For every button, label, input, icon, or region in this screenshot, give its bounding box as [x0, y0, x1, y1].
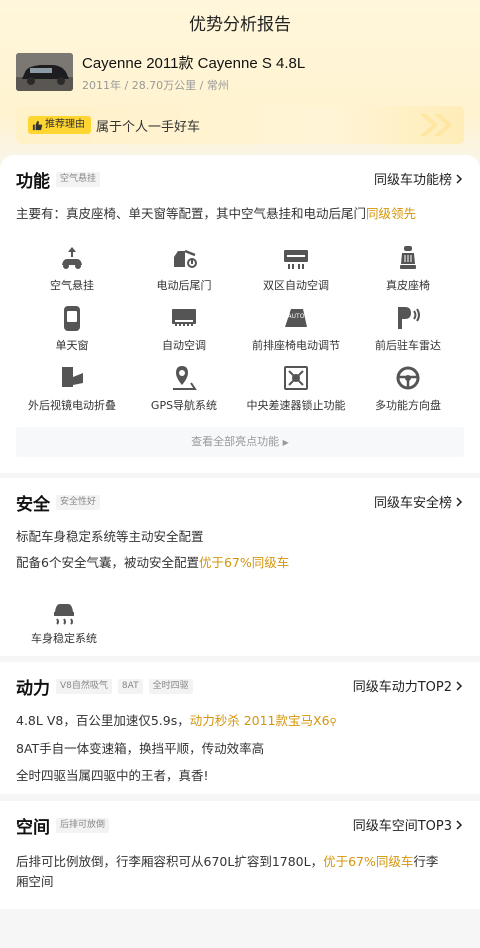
safety-rank-label: 同级车安全榜 [373, 496, 452, 511]
feature-label: 单天窗 [55, 339, 89, 352]
feature-diff-lock[interactable]: 中央差速器锁止功能 [240, 363, 352, 413]
safety-title: 安全 [16, 495, 50, 515]
recommend-reason-text: 属于个人一手好车 [96, 120, 201, 135]
parking-radar-icon [398, 307, 420, 329]
recommend-reason-bar: 推荐理由 属于个人一手好车 [16, 106, 464, 144]
function-rank-link[interactable]: 同级车功能榜 [374, 169, 464, 188]
safety-rank-link[interactable]: 同级车安全榜 [374, 492, 464, 511]
function-summary-text: 主要有：真皮座椅、单天窗等配置，其中空气悬挂和电动后尾门 [16, 206, 367, 221]
diff-lock-icon [284, 366, 308, 390]
feature-mirror-fold[interactable]: 外后视镜电动折叠 [16, 363, 128, 413]
feature-steering-wheel[interactable]: 多功能方向盘 [352, 363, 464, 413]
space-line-1-suffix: 行李 [413, 854, 439, 869]
space-rank-link[interactable]: 同级车空间TOP3 [353, 815, 464, 834]
car-name: Cayenne 2011款 Cayenne S 4.8L [82, 55, 306, 72]
function-rank-label: 同级车功能榜 [373, 173, 452, 188]
feature-air-suspension[interactable]: 空气悬挂 [16, 243, 128, 293]
see-all-label: 查看全部亮点功能 [191, 435, 280, 448]
chevron-right-icon [456, 819, 463, 830]
feature-parking-radar[interactable]: 前后驻车雷达 [352, 303, 464, 353]
power-chip: 全时四驱 [148, 679, 193, 694]
feature-label: 外后视镜电动折叠 [28, 399, 116, 412]
leather-seat-icon [400, 246, 416, 269]
safety-line-2-text: 配备6个安全气囊，被动安全配置 [16, 555, 199, 570]
dual-zone-ac-icon [284, 250, 308, 269]
safety-line-1: 标配车身稳定系统等主动安全配置 [16, 529, 204, 544]
feature-auto-ac[interactable]: 自动空调 [128, 303, 240, 353]
space-line-1-text: 后排可比例放倒，行李厢容积可从670L扩容到1780L， [16, 854, 324, 869]
steering-wheel-icon [396, 366, 420, 390]
feature-dual-zone-ac[interactable]: 双区自动空调 [240, 243, 352, 293]
car-thumbnail[interactable] [16, 53, 73, 91]
feature-sunroof[interactable]: 单天窗 [16, 303, 128, 353]
power-compare-link[interactable]: 动力秒杀 2011款宝马X6 [190, 713, 330, 728]
power-rank-label: 同级车动力TOP2 [352, 680, 452, 695]
feature-grid: 空气悬挂 电动后尾门 双区自动空调 真皮座椅 单天窗 自动空调 AUTO 前排座… [16, 243, 464, 413]
stability-control-icon [54, 604, 74, 625]
feature-label: 车身稳定系统 [31, 632, 97, 645]
power-card: 动力 V8自然吸气 8AT 全时四驱 同级车动力TOP2 4.8L V8，百公里… [0, 662, 480, 794]
air-suspension-icon [62, 247, 82, 269]
power-chip: 8AT [117, 679, 143, 694]
feature-label: 中央差速器锁止功能 [246, 399, 346, 412]
chevron-right-icon [456, 680, 463, 691]
feature-stability-control[interactable]: 车身稳定系统 [8, 596, 120, 646]
power-line-3: 全时四驱当属四驱中的王者，真香! [16, 768, 209, 783]
safety-line-2: 配备6个安全气囊，被动安全配置优于67%同级车 [16, 552, 289, 571]
power-line-1: 4.8L V8，百公里加速仅5.9s，动力秒杀 2011款宝马X6⚲ [16, 710, 337, 729]
feature-label: 多功能方向盘 [375, 399, 441, 412]
space-title: 空间 [16, 818, 50, 838]
function-card: 功能 空气悬挂 同级车功能榜 主要有：真皮座椅、单天窗等配置，其中空气悬挂和电动… [0, 155, 480, 473]
mirror-fold-icon [62, 367, 83, 387]
safety-card: 安全 安全性好 同级车安全榜 标配车身稳定系统等主动安全配置 配备6个安全气囊，… [0, 478, 480, 656]
chevron-right-icon [456, 496, 463, 507]
feature-power-tailgate[interactable]: 电动后尾门 [128, 243, 240, 293]
power-chip: V8自然吸气 [56, 679, 112, 694]
search-icon[interactable]: ⚲ [330, 717, 337, 728]
gps-icon [173, 366, 197, 390]
power-line-2: 8AT手自一体变速箱，换挡平顺，传动效率高 [16, 741, 265, 756]
power-seat-icon: AUTO [285, 309, 307, 327]
function-chip: 空气悬挂 [56, 172, 101, 187]
feature-label: 自动空调 [162, 339, 206, 352]
sunroof-icon [64, 306, 80, 331]
power-rank-link[interactable]: 同级车动力TOP2 [353, 676, 464, 695]
feature-leather-seat[interactable]: 真皮座椅 [352, 243, 464, 293]
power-line-1-text: 4.8L V8，百公里加速仅5.9s， [16, 713, 190, 728]
chevron-right-icon [456, 173, 463, 184]
space-line-1-highlight: 优于67%同级车 [323, 854, 414, 869]
feature-label: 前排座椅电动调节 [252, 339, 340, 352]
space-line-1: 后排可比例放倒，行李厢容积可从670L扩容到1780L，优于67%同级车行李 [16, 851, 438, 870]
svg-text:AUTO: AUTO [288, 313, 305, 320]
function-summary-highlight: 同级领先 [366, 206, 417, 221]
caret-right-icon: ▶ [282, 438, 289, 447]
function-title: 功能 [16, 172, 50, 192]
recommend-tag-label: 推荐理由 [45, 119, 85, 130]
recommend-tag: 推荐理由 [28, 116, 91, 134]
feature-label: 前后驻车雷达 [375, 339, 441, 352]
bottom-spacer [0, 912, 480, 948]
page-title: 优势分析报告 [189, 15, 291, 35]
feature-label: GPS导航系统 [150, 399, 218, 412]
power-title: 动力 [16, 679, 50, 699]
safety-chip: 安全性好 [56, 495, 101, 510]
safety-line-2-highlight: 优于67%同级车 [198, 555, 290, 570]
power-tailgate-icon [174, 249, 197, 268]
space-line-2: 厢空间 [16, 874, 54, 889]
see-all-features-button[interactable]: 查看全部亮点功能 ▶ [16, 427, 464, 457]
feature-power-seat[interactable]: AUTO 前排座椅电动调节 [240, 303, 352, 353]
feature-label: 真皮座椅 [386, 279, 430, 292]
space-card: 空间 后排可放倒 同级车空间TOP3 后排可比例放倒，行李厢容积可从670L扩容… [0, 801, 480, 909]
feature-label: 双区自动空调 [263, 279, 329, 292]
feature-gps[interactable]: GPS导航系统 [128, 363, 240, 413]
function-summary: 主要有：真皮座椅、单天窗等配置，其中空气悬挂和电动后尾门同级领先 [16, 203, 416, 222]
thumbs-up-icon [32, 120, 43, 130]
feature-label: 空气悬挂 [50, 279, 94, 292]
space-rank-label: 同级车空间TOP3 [352, 819, 452, 834]
car-meta: 2011年 / 28.70万公里 / 常州 [82, 79, 229, 92]
auto-ac-icon [172, 309, 196, 326]
feature-label: 电动后尾门 [156, 279, 212, 292]
chevron-decoration-icon [420, 114, 452, 136]
space-chip: 后排可放倒 [56, 818, 110, 833]
